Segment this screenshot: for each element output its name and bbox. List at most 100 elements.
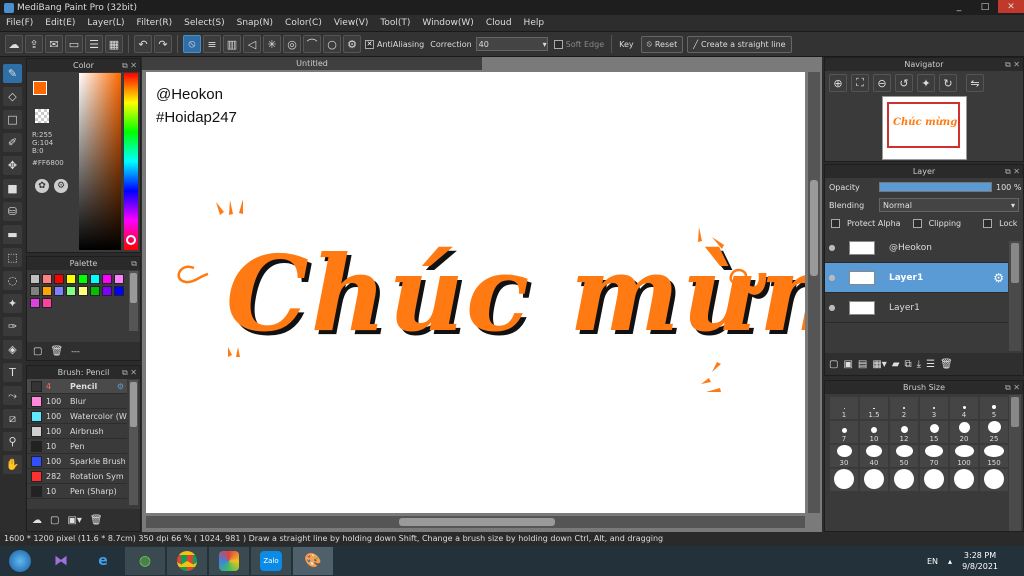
brush-item[interactable]: 4 Pencil ⚙ <box>27 379 127 394</box>
brush-size-cell[interactable]: 70 <box>920 445 948 467</box>
brush-size-cell[interactable] <box>890 469 918 491</box>
brush-size-cell[interactable] <box>860 469 888 491</box>
brush-item[interactable]: 282 Rotation Sym <box>27 469 127 484</box>
snap-off-icon[interactable]: ⦸ <box>183 35 201 53</box>
palette-swatch[interactable] <box>102 286 112 296</box>
snap-settings-icon[interactable]: ⚙ <box>343 35 361 53</box>
brush-tool-icon[interactable]: ✎ <box>3 64 22 83</box>
correction-select[interactable]: 40 ▾ <box>475 37 548 51</box>
eraser-tool-icon[interactable]: ◇ <box>3 87 22 106</box>
brush-item[interactable]: 100 Sparkle Brush <box>27 454 127 469</box>
palette-swatch[interactable] <box>102 274 112 284</box>
brush-size-cell[interactable] <box>920 469 948 491</box>
duplicate-layer-icon[interactable]: ⧉ <box>905 359 912 370</box>
palette-swatch[interactable] <box>54 286 64 296</box>
menu-snap[interactable]: Snap(N) <box>231 18 279 28</box>
add-brush-icon[interactable]: ▢ <box>50 515 59 526</box>
cloud-brush-icon[interactable]: ☁ <box>32 515 42 526</box>
select-eraser-tool-icon[interactable]: ◈ <box>3 340 22 359</box>
lasso-tool-icon[interactable]: ◌ <box>3 271 22 290</box>
palette-swatch[interactable] <box>54 274 64 284</box>
brush-size-cell[interactable]: 1 <box>830 397 858 419</box>
lock-checkbox[interactable] <box>983 218 993 228</box>
taskbar-app-green[interactable]: ◍ <box>125 547 165 575</box>
brush-size-cell[interactable]: 4 <box>950 397 978 419</box>
transparent-swatch[interactable] <box>35 109 49 123</box>
delete-layer-icon[interactable]: 🗑 <box>940 359 953 370</box>
tray-chevron-icon[interactable]: ▴ <box>948 557 952 566</box>
select-rect-tool-icon[interactable]: □ <box>3 110 22 129</box>
antialias-checkbox[interactable]: ✕ <box>365 39 374 49</box>
palette-swatch[interactable] <box>42 286 52 296</box>
start-button[interactable] <box>1 547 39 575</box>
layer-row[interactable]: ● Layer1 ⚙ <box>825 263 1008 293</box>
brush-item[interactable]: 100 Blur <box>27 394 127 409</box>
soft-edge-checkbox[interactable] <box>553 39 563 49</box>
hue-slider[interactable] <box>124 73 138 250</box>
cloud-icon[interactable]: ☁ <box>5 35 23 53</box>
taskbar-app-color[interactable] <box>209 547 249 575</box>
snap-radial-icon[interactable]: ✳ <box>263 35 281 53</box>
panel-popout-icon[interactable]: ⧉ <box>131 257 137 270</box>
document-tab[interactable]: Untitled <box>142 57 482 70</box>
hue-slider-handle[interactable] <box>126 235 136 245</box>
delete-palette-icon[interactable]: 🗑 <box>50 346 63 357</box>
rotate-right-icon[interactable]: ↻ <box>939 74 957 92</box>
snap-grid-icon[interactable]: ▥ <box>223 35 241 53</box>
menu-select[interactable]: Select(S) <box>178 18 231 28</box>
maximize-button[interactable]: □ <box>972 0 998 13</box>
snap-perspective-icon[interactable]: ◁ <box>243 35 261 53</box>
zoom-in-icon[interactable]: ⊕ <box>829 74 847 92</box>
blending-select[interactable]: Normal ▾ <box>879 198 1019 212</box>
palette-swatch[interactable] <box>30 274 40 284</box>
merge-down-icon[interactable]: ⤓ <box>917 359 921 370</box>
layer-row[interactable]: ● Layer1 <box>825 293 1008 323</box>
palette-swatch[interactable] <box>78 274 88 284</box>
panel-popout-icon[interactable]: ⧉ ✕ <box>122 366 137 379</box>
zoom-out-icon[interactable]: ⊖ <box>873 74 891 92</box>
saturation-value-picker[interactable] <box>79 73 121 250</box>
menu-help[interactable]: Help <box>518 18 551 28</box>
layer-row[interactable]: ● @Heokon <box>825 233 1008 263</box>
new-layer-icon[interactable]: ▢ <box>829 359 838 370</box>
bucket-tool-icon[interactable]: ⛁ <box>3 202 22 221</box>
primary-color-swatch[interactable] <box>33 81 47 95</box>
add-layer-menu-icon[interactable]: ▦▾ <box>872 359 886 370</box>
fit-icon[interactable]: ⛶ <box>851 74 869 92</box>
antialias-toggle[interactable]: ✕ AntiAliasing <box>365 39 424 49</box>
dot-tool-icon[interactable]: ✐ <box>3 133 22 152</box>
brush-size-cell[interactable]: 15 <box>920 421 948 443</box>
taskbar-ie[interactable]: e <box>83 547 123 575</box>
menu-color[interactable]: Color(C) <box>279 18 328 28</box>
taskbar-chrome[interactable] <box>167 547 207 575</box>
menu-cloud[interactable]: Cloud <box>480 18 518 28</box>
snap-concentric-icon[interactable]: ◎ <box>283 35 301 53</box>
brush-size-cell[interactable]: 2 <box>890 397 918 419</box>
fill-rect-tool-icon[interactable]: ■ <box>3 179 22 198</box>
text-tool-icon[interactable]: T <box>3 363 22 382</box>
brush-size-cell[interactable]: 12 <box>890 421 918 443</box>
canvas[interactable]: @Heokon #Hoidap247 Chúc mừng Chúc mừng <box>146 72 805 513</box>
brush-size-cell[interactable] <box>830 469 858 491</box>
menu-file[interactable]: File(F) <box>0 18 39 28</box>
reset-view-icon[interactable]: ✦ <box>917 74 935 92</box>
panel-popout-icon[interactable]: ⧉ ✕ <box>122 59 137 72</box>
divide-tool-icon[interactable]: ⧄ <box>3 409 22 428</box>
gradient-tool-icon[interactable]: ▬ <box>3 225 22 244</box>
horizontal-scroll-thumb[interactable] <box>399 518 555 526</box>
undo-icon[interactable]: ↶ <box>134 35 152 53</box>
clock[interactable]: 3:28 PM 9/8/2021 <box>962 550 998 572</box>
gear-icon[interactable]: ⚙ <box>117 382 124 391</box>
brush-size-cell[interactable] <box>950 469 978 491</box>
panel-popout-icon[interactable]: ⧉ ✕ <box>1005 58 1020 71</box>
color-set-button[interactable]: ⚙ <box>54 179 68 193</box>
menu-view[interactable]: View(V) <box>328 18 375 28</box>
brush-item[interactable]: 100 Watercolor (W <box>27 409 127 424</box>
palette-swatch[interactable] <box>114 286 124 296</box>
reset-button[interactable]: ⦸ Reset <box>640 35 684 53</box>
brush-item[interactable]: 10 Pen (Sharp) <box>27 484 127 499</box>
brush-size-cell[interactable]: 1.5 <box>860 397 888 419</box>
brush-size-cell[interactable] <box>980 469 1008 491</box>
brush-scrollbar[interactable] <box>129 380 138 505</box>
canvas-horizontal-scrollbar[interactable] <box>146 516 805 528</box>
